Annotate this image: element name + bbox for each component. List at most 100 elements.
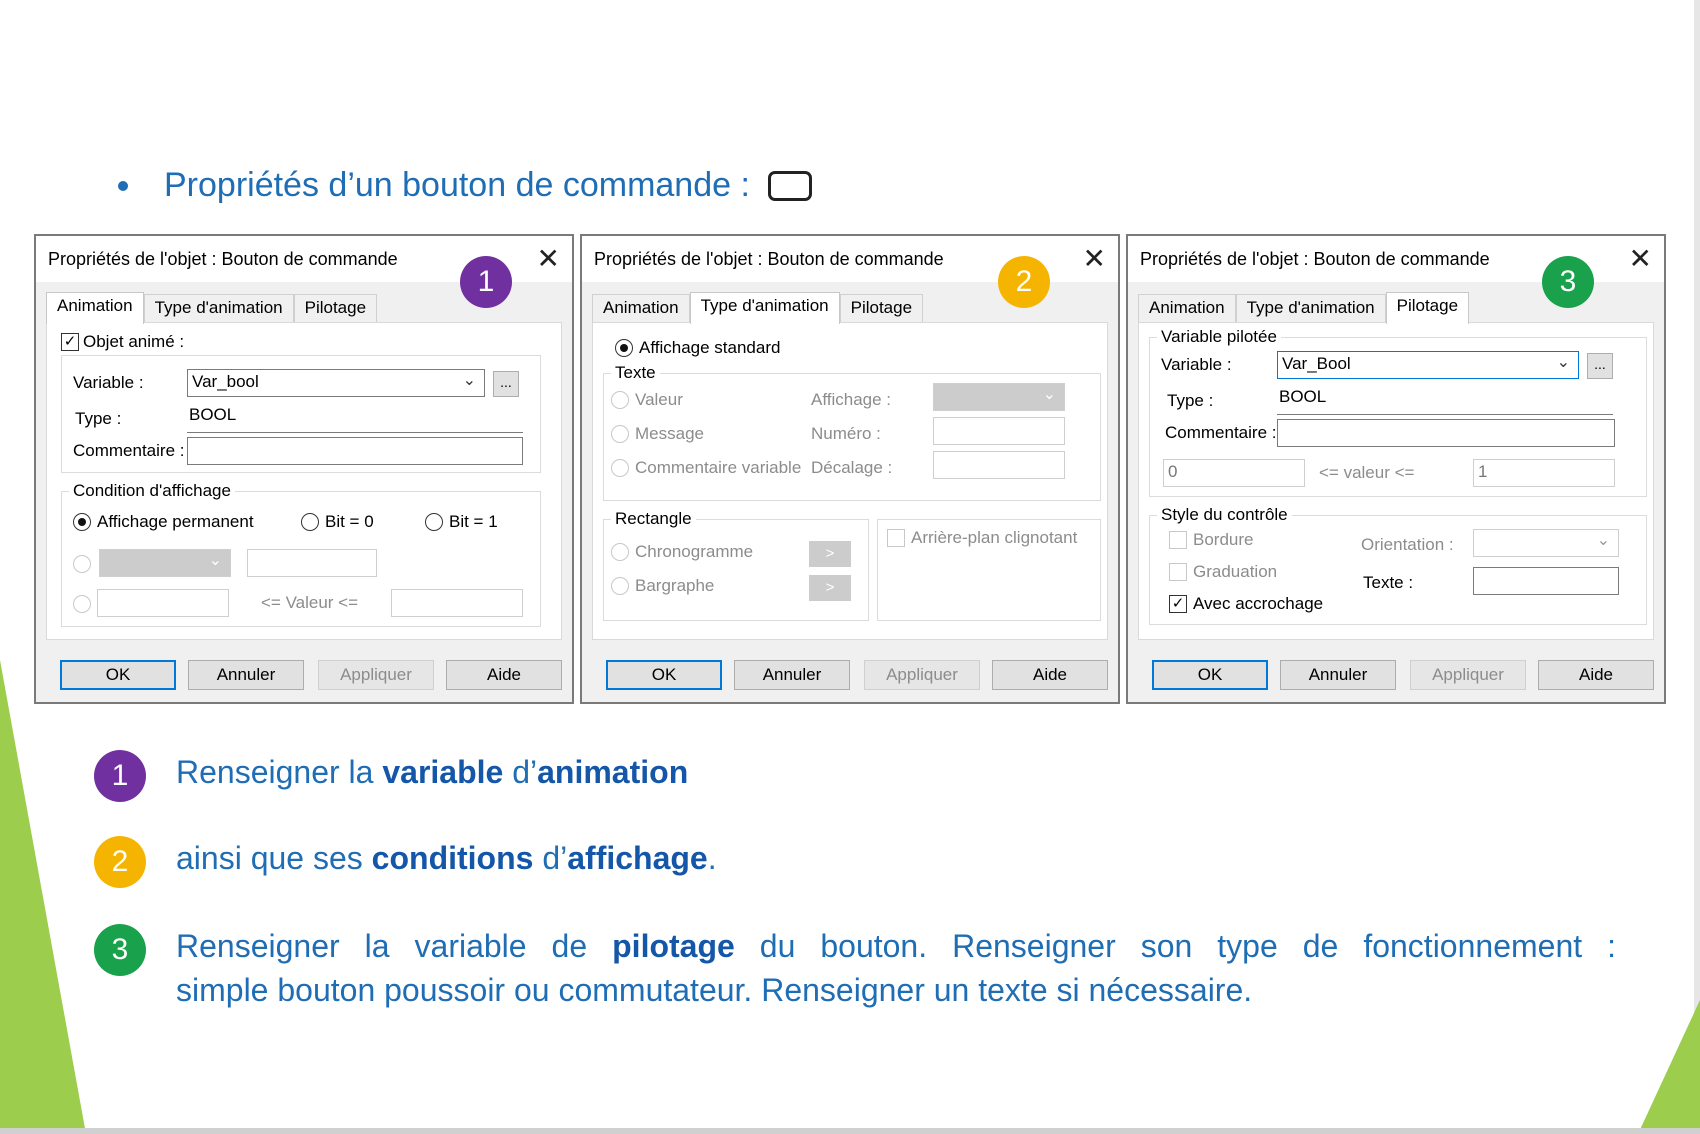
text-part: Renseigner la variable de: [176, 928, 613, 964]
cancel-button[interactable]: Annuler: [734, 660, 850, 690]
min-value-input[interactable]: 0: [1163, 459, 1305, 487]
text-part: d’: [503, 754, 538, 790]
slide-bottom-border: [0, 1128, 1700, 1134]
valeur-range-label: <= Valeur <=: [261, 593, 359, 612]
comment-input[interactable]: [187, 437, 523, 465]
bordure-label: Bordure: [1193, 530, 1254, 549]
bullet-icon: [118, 180, 128, 191]
slide-right-border: [1694, 0, 1700, 1134]
condition-value-input[interactable]: [247, 549, 377, 577]
dialog-pilotage: Propriétés de l'objet : Bouton de comman…: [1126, 234, 1666, 704]
text-part: ainsi que ses: [176, 840, 372, 876]
ok-button[interactable]: OK: [606, 660, 722, 690]
tab-animation[interactable]: Animation: [46, 292, 144, 324]
bargraphe-radio[interactable]: [611, 577, 629, 595]
max-value-input[interactable]: 1: [1473, 459, 1615, 487]
condition-combobox[interactable]: ⌄: [99, 549, 231, 577]
decalage-label: Décalage :: [811, 458, 893, 477]
affichage-combobox[interactable]: ⌄: [933, 383, 1065, 411]
bit1-radio[interactable]: [425, 513, 443, 531]
text-part: Renseigner la: [176, 754, 383, 790]
command-button-icon: [767, 170, 812, 201]
tab-animation[interactable]: Animation: [592, 294, 690, 322]
range-max-input[interactable]: [391, 589, 523, 617]
tab-pilotage[interactable]: Pilotage: [293, 294, 378, 322]
variable-pilotee-group-label: Variable pilotée: [1157, 327, 1281, 347]
type-label: Type :: [1167, 391, 1214, 410]
commentaire-variable-label: Commentaire variable: [635, 458, 802, 477]
variable-combobox[interactable]: Var_Bool ⌄: [1277, 351, 1579, 379]
type-value: BOOL: [1277, 385, 1613, 415]
comment-input[interactable]: [1277, 419, 1615, 447]
cancel-button[interactable]: Annuler: [188, 660, 304, 690]
valeur-range-label: <= valeur <=: [1319, 463, 1415, 482]
ok-button[interactable]: OK: [1152, 660, 1268, 690]
graduation-checkbox[interactable]: [1169, 563, 1187, 581]
help-button[interactable]: Aide: [1538, 660, 1654, 690]
numero-input[interactable]: [933, 417, 1065, 445]
step-3-line-1: Renseigner la variable de pilotage du bo…: [176, 924, 1616, 968]
tab-bar: Animation Type d'animation Pilotage: [1138, 292, 1470, 324]
tab-type-animation[interactable]: Type d'animation: [1235, 294, 1386, 322]
step-1: 1 Renseigner la variable d’animation: [94, 750, 688, 802]
tab-bar: Animation Type d'animation Pilotage: [592, 292, 924, 324]
bordure-checkbox[interactable]: [1169, 531, 1187, 549]
step-3-line-2: simple bouton poussoir ou commutateur. R…: [176, 972, 1253, 1008]
step-badge-1: 1: [460, 256, 512, 308]
affichage-permanent-radio[interactable]: [73, 513, 91, 531]
tab-type-animation[interactable]: Type d'animation: [689, 292, 840, 324]
affichage-permanent-label: Affichage permanent: [97, 512, 254, 531]
bit0-radio[interactable]: [301, 513, 319, 531]
valeur-radio[interactable]: [611, 391, 629, 409]
tab-animation[interactable]: Animation: [1138, 294, 1236, 322]
graduation-label: Graduation: [1193, 562, 1278, 581]
chevron-down-icon: ⌄: [462, 372, 476, 389]
close-icon[interactable]: ✕: [1083, 242, 1106, 275]
apply-button[interactable]: Appliquer: [864, 660, 980, 690]
tab-pilotage[interactable]: Pilotage: [1385, 292, 1470, 324]
variable-label: Variable :: [73, 373, 144, 392]
tab-type-animation[interactable]: Type d'animation: [143, 294, 294, 322]
arriere-plan-checkbox[interactable]: [887, 529, 905, 547]
type-label: Type :: [75, 409, 122, 428]
help-button[interactable]: Aide: [992, 660, 1108, 690]
texte-input[interactable]: [1473, 567, 1619, 595]
message-radio[interactable]: [611, 425, 629, 443]
bargraphe-arrow-button[interactable]: >: [809, 575, 851, 601]
tab-bar: Animation Type d'animation Pilotage: [46, 292, 378, 324]
close-icon[interactable]: ✕: [1629, 242, 1652, 275]
browse-button[interactable]: ...: [1587, 353, 1613, 379]
help-button[interactable]: Aide: [446, 660, 562, 690]
decalage-input[interactable]: [933, 451, 1065, 479]
variable-combobox[interactable]: Var_bool ⌄: [187, 369, 485, 397]
apply-button[interactable]: Appliquer: [318, 660, 434, 690]
range-min-input[interactable]: [97, 589, 229, 617]
step-2: 2 ainsi que ses conditions d’affichage.: [94, 836, 717, 888]
numero-label: Numéro :: [811, 424, 881, 443]
chevron-down-icon: ⌄: [1556, 354, 1570, 371]
comment-label: Commentaire :: [73, 441, 185, 460]
close-icon[interactable]: ✕: [537, 242, 560, 275]
bargraphe-label: Bargraphe: [635, 576, 715, 595]
chronogramme-arrow-button[interactable]: >: [809, 541, 851, 567]
affichage-label: Affichage :: [811, 390, 892, 409]
browse-button[interactable]: ...: [493, 371, 519, 397]
slide-title: Propriétés d’un bouton de commande :: [118, 166, 812, 205]
apply-button[interactable]: Appliquer: [1410, 660, 1526, 690]
tab-pilotage[interactable]: Pilotage: [839, 294, 924, 322]
ok-button[interactable]: OK: [60, 660, 176, 690]
valeur-label: Valeur: [635, 390, 683, 409]
bit1-label: Bit = 1: [449, 512, 498, 531]
commentaire-variable-radio[interactable]: [611, 459, 629, 477]
condition-range-radio[interactable]: [73, 595, 91, 613]
orientation-combobox[interactable]: ⌄: [1473, 529, 1619, 557]
chevron-down-icon: ⌄: [1042, 386, 1056, 403]
dialog-type-animation: Propriétés de l'objet : Bouton de comman…: [580, 234, 1120, 704]
avec-accrochage-checkbox[interactable]: ✓: [1169, 595, 1187, 613]
chronogramme-radio[interactable]: [611, 543, 629, 561]
objet-anime-checkbox[interactable]: ✓: [61, 333, 79, 351]
affichage-standard-radio[interactable]: [615, 339, 633, 357]
condition-combo-radio[interactable]: [73, 555, 91, 573]
cancel-button[interactable]: Annuler: [1280, 660, 1396, 690]
variable-label: Variable :: [1161, 355, 1232, 374]
